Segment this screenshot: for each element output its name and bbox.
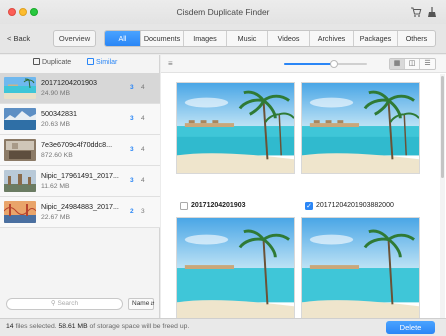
item-name: 500342831 — [41, 109, 77, 118]
list-view-icon[interactable]: ☰ — [420, 59, 435, 69]
slider-thumb[interactable] — [329, 60, 338, 68]
item-name: Nipic_17961491_2017... — [41, 171, 119, 180]
beach-photo — [177, 218, 294, 318]
similar-mode-label: Similar — [96, 59, 118, 66]
thumbnail-image — [4, 108, 36, 130]
status-bar: 14 files selected. 58.61 MB of storage s… — [0, 318, 446, 336]
files-selected-label: files selected. — [15, 323, 57, 330]
select-checkbox[interactable] — [180, 202, 188, 210]
thumbnail-image — [4, 201, 36, 223]
select-checkbox[interactable]: ✓ — [305, 202, 313, 210]
image-card[interactable] — [301, 82, 420, 174]
back-button[interactable]: < Back — [7, 32, 30, 46]
similar-icon — [87, 58, 94, 65]
total-count: 4 — [141, 115, 145, 122]
status-text: 14 files selected. 58.61 MB of storage s… — [6, 323, 189, 330]
total-count: 4 — [141, 146, 145, 153]
image-card[interactable] — [301, 217, 420, 318]
thumbnail-image — [4, 77, 36, 99]
sort-lines-icon[interactable]: ≡ — [168, 59, 173, 68]
sort-dropdown[interactable]: Name⇵ — [128, 298, 155, 310]
files-selected-count: 14 — [6, 323, 14, 330]
mode-tabs: Duplicate Similar — [0, 55, 160, 71]
tab-documents[interactable]: Documents — [141, 31, 184, 46]
selected-count: 3 — [130, 177, 134, 184]
tab-images[interactable]: Images — [184, 31, 227, 46]
updown-icon: ⇵ — [150, 301, 155, 307]
sort-label: Name — [132, 300, 150, 307]
compare-view-icon[interactable]: ◫ — [405, 59, 420, 69]
view-mode-switcher: ▦ ◫ ☰ — [389, 58, 436, 70]
category-tabs: All Documents Images Music Videos Archiv… — [104, 30, 436, 47]
tab-music[interactable]: Music — [227, 31, 268, 46]
window-title: Cisdem Duplicate Finder — [176, 7, 270, 17]
grid-view-icon[interactable]: ▦ — [390, 59, 405, 69]
item-name: 20171204201903 — [41, 78, 97, 87]
duplicate-group-list: 20171204201903 24.90 MB 3 4 500342831 20… — [0, 73, 160, 228]
beach-photo — [302, 83, 419, 173]
image-card[interactable] — [176, 82, 295, 174]
item-name: 7e3e6709c4f70ddc8... — [41, 140, 113, 149]
title-bar: Cisdem Duplicate Finder — [0, 0, 446, 24]
scrollbar-thumb[interactable] — [441, 76, 444, 178]
tab-packages[interactable]: Packages — [354, 31, 398, 46]
selected-count: 3 — [130, 146, 134, 153]
list-item[interactable]: Nipic_17961491_2017... 11.62 MB 3 4 — [0, 166, 160, 197]
selected-count: 2 — [130, 208, 134, 215]
main-toolbar: ≡ ▦ ◫ ☰ — [161, 55, 446, 73]
duplicate-mode-label: Duplicate — [42, 59, 72, 66]
tab-videos[interactable]: Videos — [268, 31, 310, 46]
thumbnail-size-slider[interactable] — [284, 60, 367, 68]
toolbar: < Back Overview All Documents Images Mus… — [0, 24, 446, 54]
item-size: 20.63 MB — [41, 121, 71, 128]
thumbnail-image — [4, 170, 36, 192]
item-size: 22.67 MB — [41, 214, 71, 221]
list-item[interactable]: Nipic_24984883_2017... 22.67 MB 2 3 — [0, 197, 160, 228]
beach-photo — [302, 218, 419, 318]
similar-mode-tab[interactable]: Similar — [87, 58, 117, 66]
list-item[interactable]: 500342831 20.63 MB 3 4 — [0, 104, 160, 135]
overview-button[interactable]: Overview — [53, 30, 96, 47]
selected-count: 3 — [130, 84, 134, 91]
item-name: Nipic_24984883_2017... — [41, 202, 119, 211]
main-panel: ≡ ▦ ◫ ☰ 20171204201903 ✓ 201712042019038… — [161, 55, 446, 318]
search-input[interactable]: ⚲ Search — [6, 298, 123, 310]
tab-others[interactable]: Others — [398, 31, 435, 46]
vertical-scrollbar[interactable] — [440, 74, 445, 318]
thumbnail-image — [4, 139, 36, 161]
tab-all[interactable]: All — [105, 31, 141, 46]
search-placeholder: Search — [57, 300, 79, 307]
duplicate-mode-tab[interactable]: Duplicate — [33, 58, 71, 66]
slider-fill — [284, 63, 334, 65]
card-label: 2017120420190388200​0 — [316, 202, 394, 209]
item-size: 872.60 KB — [41, 152, 73, 159]
sidebar: Duplicate Similar 20171204201903 24.90 M… — [0, 55, 160, 318]
item-size: 24.90 MB — [41, 90, 71, 97]
selected-count: 3 — [130, 115, 134, 122]
total-count: 3 — [141, 208, 145, 215]
search-icon: ⚲ — [50, 300, 56, 307]
list-item[interactable]: 20171204201903 24.90 MB 3 4 — [0, 73, 160, 104]
broom-icon[interactable] — [426, 6, 438, 18]
freed-label: of storage space will be freed up. — [89, 323, 190, 330]
card-label: 20171204201903 — [191, 202, 246, 209]
total-count: 4 — [141, 84, 145, 91]
delete-button[interactable]: Delete — [386, 321, 435, 334]
duplicate-icon — [33, 58, 40, 65]
cart-icon[interactable] — [410, 6, 422, 18]
list-item[interactable]: 7e3e6709c4f70ddc8... 872.60 KB 3 4 — [0, 135, 160, 166]
image-grid: 20171204201903 ✓ 2017120420190388200​0 — [161, 74, 446, 318]
image-card[interactable] — [176, 217, 295, 318]
total-count: 4 — [141, 177, 145, 184]
freed-size: 58.61 MB — [58, 323, 88, 330]
beach-photo — [177, 83, 294, 173]
item-size: 11.62 MB — [41, 183, 70, 190]
tab-archives[interactable]: Archives — [310, 31, 354, 46]
